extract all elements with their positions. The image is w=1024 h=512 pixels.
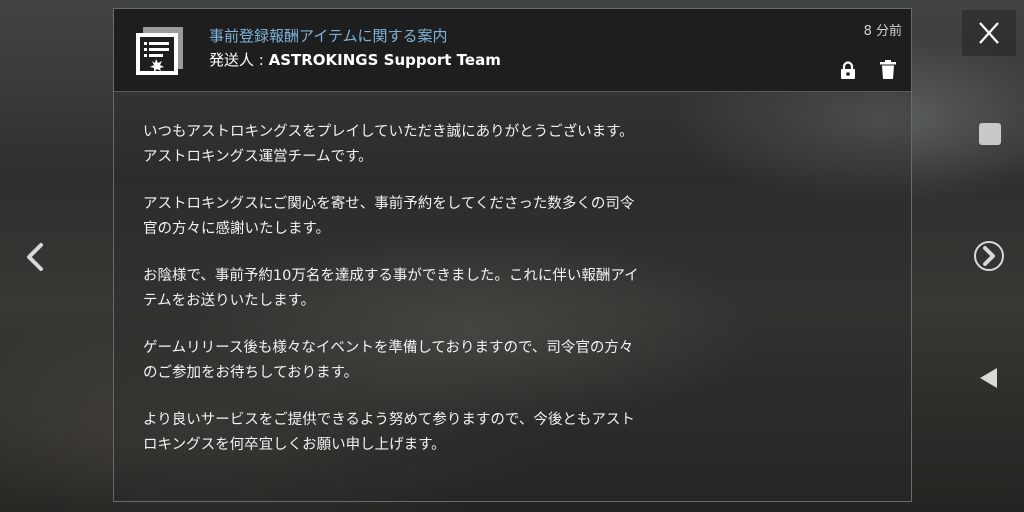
mail-paragraph: より良いサービスをご提供できるよう努めて参りますので、今後ともアスト ロキングス… — [143, 408, 883, 458]
delete-button[interactable] — [880, 60, 896, 79]
mail-paragraph: いつもアストロキングスをプレイしていただき誠にありがとうございます。 アストロキ… — [143, 120, 883, 170]
mail-timestamp: 8 分前 — [863, 24, 902, 39]
mail-paragraph: ゲームリリース後も様々なイベントを準備しておりますので、司令官の方々 のご参加を… — [143, 336, 883, 386]
close-button[interactable] — [962, 10, 1016, 56]
mail-line: アストロキングスにご関心を寄せ、事前予約をしてくださった数多くの司令 — [143, 196, 635, 212]
lock-icon — [841, 61, 855, 79]
mail-sender: 発送人 : ASTROKINGS Support Team — [209, 49, 501, 70]
mail-line: ゲームリリース後も様々なイベントを準備しておりますので、司令官の方々 — [143, 340, 634, 356]
mail-header: 事前登録報酬アイテムに関する案内 発送人 : ASTROKINGS Suppor… — [114, 9, 911, 92]
triangle-left-icon — [980, 368, 997, 388]
mail-title: 事前登録報酬アイテムに関する案内 — [209, 27, 448, 45]
chevron-right-circle-icon — [974, 241, 1004, 271]
mail-paragraph: アストロキングスにご関心を寄せ、事前予約をしてくださった数多くの司令 官の方々に… — [143, 192, 883, 242]
next-mail-button[interactable] — [973, 240, 1005, 272]
back-button[interactable] — [977, 366, 1001, 390]
mail-line: テムをお送りいたします。 — [143, 293, 316, 309]
mail-panel: 事前登録報酬アイテムに関する案内 発送人 : ASTROKINGS Suppor… — [113, 8, 912, 502]
close-icon — [979, 22, 999, 44]
trash-icon — [880, 60, 896, 79]
sender-name: ASTROKINGS Support Team — [268, 51, 501, 69]
square-icon[interactable] — [979, 123, 1001, 145]
chevron-left-icon — [27, 243, 43, 271]
sender-label: 発送人 : — [209, 51, 269, 69]
mail-line: のご参加をお待ちしております。 — [143, 365, 359, 381]
mail-paragraph: お陰様で、事前予約10万名を達成する事ができました。これに伴い報酬アイ テムをお… — [143, 264, 883, 314]
mail-line: いつもアストロキングスをプレイしていただき誠にありがとうございます。 — [143, 124, 634, 140]
mail-line: ロキングスを何卒宜しくお願い申し上げます。 — [143, 437, 446, 453]
mail-body: いつもアストロキングスをプレイしていただき誠にありがとうございます。 アストロキ… — [143, 120, 883, 480]
lock-button[interactable] — [839, 61, 857, 79]
mail-line: より良いサービスをご提供できるよう努めて参りますので、今後ともアスト — [143, 412, 635, 428]
prev-mail-button[interactable] — [22, 241, 48, 273]
document-mail-icon — [133, 24, 187, 78]
mail-line: お陰様で、事前予約10万名を達成する事ができました。これに伴い報酬アイ — [143, 268, 639, 284]
mail-line: アストロキングス運営チームです。 — [143, 149, 373, 165]
mail-line: 官の方々に感謝いたします。 — [143, 221, 331, 237]
